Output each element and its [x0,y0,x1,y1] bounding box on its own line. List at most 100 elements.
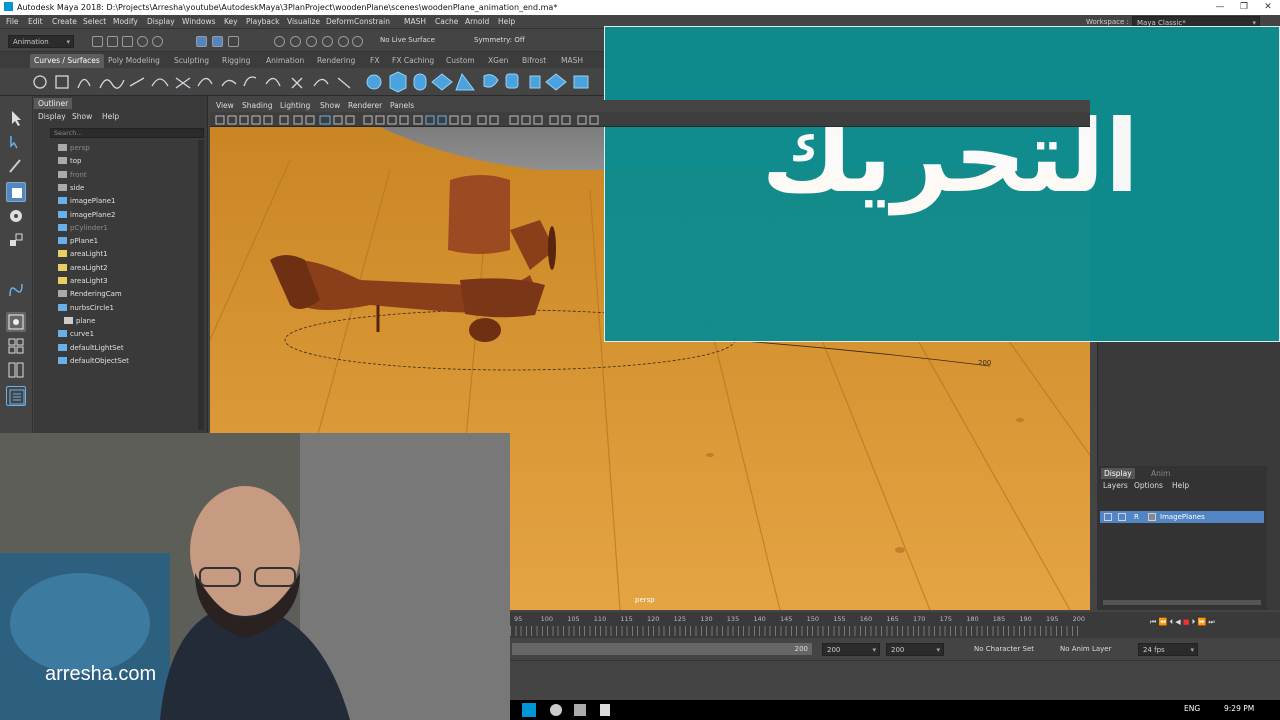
menu-visualize[interactable]: Visualize [287,15,320,29]
menu-display[interactable]: Display [147,15,175,29]
snap-surface-icon[interactable] [338,36,349,47]
shelf-tab-7[interactable]: FX Caching [388,54,438,68]
select-component-icon[interactable] [228,36,239,47]
paint-select-icon[interactable] [6,156,26,176]
menu-key[interactable]: Key [224,15,238,29]
select-tool-icon[interactable] [6,108,26,128]
shelf-tab-8[interactable]: Custom [442,54,479,68]
shelf-tab-1[interactable]: Poly Modeling [104,54,164,68]
outliner-item[interactable]: RenderingCam [58,288,122,301]
outliner-scrollbar[interactable] [198,140,204,430]
snap-view-icon[interactable] [322,36,333,47]
playback-controls[interactable]: ⏮ ⏪ ⏴ ◀ ■ ⏵ ⏩ ⏭ [1150,618,1215,627]
notepad-taskbar-icon[interactable] [600,704,610,716]
menu-modify[interactable]: Modify [113,15,138,29]
outliner-menu-help[interactable]: Help [102,112,119,121]
outliner-item[interactable]: defaultLightSet [58,342,124,355]
maya-taskbar-icon[interactable] [522,703,536,717]
save-scene-icon[interactable] [122,36,133,47]
menu-windows[interactable]: Windows [182,15,215,29]
outliner-menu-display[interactable]: Display [38,112,66,121]
outliner-item[interactable]: areaLight3 [58,275,108,288]
layer-name[interactable]: ImagePlanes [1160,511,1205,523]
layer-row-imageplanes[interactable]: R ImagePlanes [1100,511,1264,523]
range-end-field[interactable]: 200 [886,643,944,656]
viewport-menu-renderer[interactable]: Renderer [348,100,382,112]
outliner-item[interactable]: areaLight1 [58,248,108,261]
menu-edit[interactable]: Edit [28,15,43,29]
outliner-item[interactable]: nurbsCircle1 [58,302,114,315]
menu-cache[interactable]: Cache [435,15,458,29]
layer-tab-display[interactable]: Display [1101,468,1135,479]
shelf-tab-5[interactable]: Rendering [313,54,359,68]
outliner-item[interactable]: imagePlane1 [58,195,115,208]
menu-constrain[interactable]: Constrain [354,15,390,29]
live-surface-label[interactable]: No Live Surface [380,36,435,44]
outliner-menu-show[interactable]: Show [72,112,92,121]
layer-tab-anim[interactable]: Anim [1151,468,1170,479]
undo-icon[interactable] [137,36,148,47]
explorer-taskbar-icon[interactable] [574,704,586,716]
command-line[interactable] [510,660,1280,700]
menu-playback[interactable]: Playback [246,15,279,29]
chrome-taskbar-icon[interactable] [550,704,562,716]
range-start-field[interactable]: 200 [822,643,880,656]
outliner-title[interactable]: Outliner [34,98,73,109]
viewport-menu-shading[interactable]: Shading [242,100,272,112]
layer-menu-layers[interactable]: Layers [1103,481,1128,490]
outliner-item[interactable]: imagePlane2 [58,209,115,222]
lasso-tool-icon[interactable] [6,132,26,152]
outliner-item[interactable]: persp [58,142,90,155]
viewport-menu-show[interactable]: Show [320,100,340,112]
outliner-item[interactable]: curve1 [58,328,94,341]
outliner-item[interactable]: plane [64,315,95,328]
menu-help[interactable]: Help [498,15,515,29]
menu-select[interactable]: Select [83,15,106,29]
move-tool-icon[interactable] [6,182,26,202]
outliner-item[interactable]: areaLight2 [58,262,108,275]
range-slider[interactable]: 200 200 200 No Character Set No Anim Lay… [510,640,1280,660]
viewport-menu-panels[interactable]: Panels [390,100,414,112]
symmetry-label[interactable]: Symmetry: Off [474,36,525,44]
layer-scrollbar[interactable] [1103,600,1261,605]
time-slider[interactable]: 95 100 105 110 115 120 125 130 135 140 145 150 155 16… [510,612,1280,638]
shelf-tab-2[interactable]: Sculpting [170,54,213,68]
viewport-menu-lighting[interactable]: Lighting [280,100,310,112]
minimize-button[interactable]: — [1208,0,1232,15]
viewport-menu-view[interactable]: View [216,100,234,112]
menu-deform[interactable]: Deform [326,15,354,29]
menu-create[interactable]: Create [52,15,77,29]
fps-dropdown[interactable]: 24 fps [1138,643,1198,656]
shelf-tab-10[interactable]: Bifrost [518,54,550,68]
single-pane-layout-icon[interactable] [6,312,26,332]
menu-file[interactable]: File [6,15,19,29]
range-slider-bar[interactable]: 200 [512,643,812,655]
outliner-item[interactable]: top [58,155,81,168]
snap-curve-icon[interactable] [290,36,301,47]
snap-grid-icon[interactable] [274,36,285,47]
layer-color-swatch[interactable] [1148,513,1156,521]
shelf-icon-row[interactable] [0,68,600,96]
outliner-search-input[interactable]: Search... [50,128,204,138]
new-scene-icon[interactable] [92,36,103,47]
mode-dropdown[interactable]: Animation [8,35,74,48]
two-pane-layout-icon[interactable] [6,360,26,380]
shelf-tab-9[interactable]: XGen [484,54,512,68]
close-button[interactable]: ✕ [1256,0,1280,15]
outliner-item[interactable]: defaultObjectSet [58,355,129,368]
input-language[interactable]: ENG [1184,704,1200,713]
outliner-layout-icon[interactable] [6,386,26,406]
rotate-tool-icon[interactable] [6,206,26,226]
shelf-tab-4[interactable]: Animation [262,54,308,68]
select-object-icon[interactable] [212,36,223,47]
layer-menu-help[interactable]: Help [1172,481,1189,490]
snap-point-icon[interactable] [306,36,317,47]
visibility-toggle-icon[interactable] [1104,513,1112,521]
viewport-toolbar[interactable] [210,112,1090,127]
outliner-item[interactable]: pCylinder1 [58,222,108,235]
menu-mash[interactable]: MASH [404,15,426,29]
maximize-button[interactable]: ❐ [1232,0,1256,15]
snap-live-icon[interactable] [352,36,363,47]
scale-tool-icon[interactable] [6,230,26,250]
anim-layer-dropdown[interactable]: No Anim Layer [1060,645,1111,653]
